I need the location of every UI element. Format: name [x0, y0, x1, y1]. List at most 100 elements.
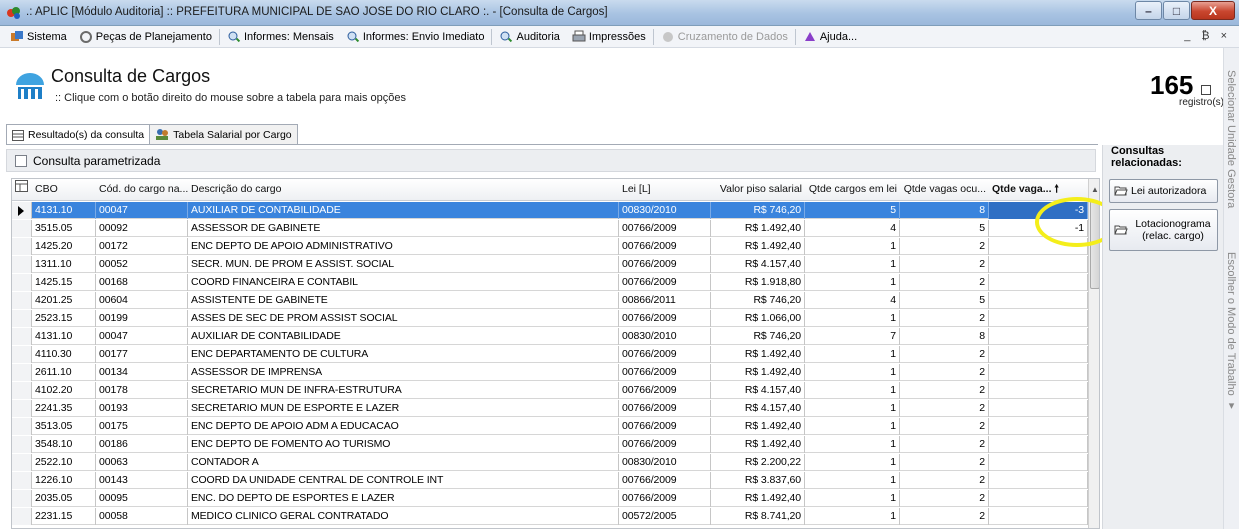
cell-valor-piso[interactable]: R$ 1.492,40	[711, 436, 805, 453]
cell-cbo[interactable]: 1226.10	[32, 472, 96, 489]
cell-qtde-cargos[interactable]: 1	[805, 472, 900, 489]
table-row[interactable]: 2035.05 00095 ENC. DO DEPTO DE ESPORTES E …	[12, 490, 1088, 507]
cell-qtde-vagas-ocu[interactable]: 5	[900, 220, 989, 237]
results-grid[interactable]: CBO Cód. do cargo na... Descrição do car…	[11, 178, 1100, 529]
cell-qtde-vagas-ocu[interactable]: 8	[900, 202, 989, 219]
cell-cbo[interactable]: 4131.10	[32, 202, 96, 219]
cell-cbo[interactable]: 2611.10	[32, 364, 96, 381]
cell-qtde-cargos[interactable]: 1	[805, 346, 900, 363]
cell-cbo[interactable]: 4102.20	[32, 382, 96, 399]
lei-autorizadora-button[interactable]: Lei autorizadora	[1109, 179, 1218, 203]
cell-qtde-vagas[interactable]	[989, 364, 1088, 381]
cell-valor-piso[interactable]: R$ 4.157,40	[711, 256, 805, 273]
cell-qtde-cargos[interactable]: 1	[805, 310, 900, 327]
cell-descricao[interactable]: AUXILIAR DE CONTABILIDADE	[188, 328, 619, 345]
cell-lei[interactable]: 00766/2009	[619, 472, 711, 489]
cell-descricao[interactable]: ENC DEPARTAMENTO DE CULTURA	[188, 346, 619, 363]
menu-impressoes[interactable]: Impressões	[566, 27, 652, 47]
row-indicator[interactable]	[12, 346, 32, 363]
table-row[interactable]: 2523.15 00199 ASSES DE SEC DE PROM ASSIST …	[12, 310, 1088, 327]
row-indicator[interactable]	[12, 238, 32, 255]
cell-lei[interactable]: 00766/2009	[619, 490, 711, 507]
cell-descricao[interactable]: SECRETARIO MUN DE INFRA-ESTRUTURA	[188, 382, 619, 399]
cell-descricao[interactable]: ASSISTENTE DE GABINETE	[188, 292, 619, 309]
cell-cod-cargo[interactable]: 00092	[96, 220, 188, 237]
cell-lei[interactable]: 00766/2009	[619, 274, 711, 291]
cell-cod-cargo[interactable]: 00175	[96, 418, 188, 435]
menu-informes-mensais[interactable]: Informes: Mensais	[221, 27, 340, 47]
cell-cbo[interactable]: 4131.10	[32, 328, 96, 345]
cell-lei[interactable]: 00766/2009	[619, 364, 711, 381]
cell-qtde-vagas-ocu[interactable]: 2	[900, 508, 989, 525]
cell-qtde-cargos[interactable]: 1	[805, 238, 900, 255]
row-indicator[interactable]	[12, 382, 32, 399]
parametrized-checkbox[interactable]	[15, 154, 27, 167]
table-row[interactable]: 2522.10 00063 CONTADOR A 00830/2010 R$ 2.200…	[12, 454, 1088, 471]
cell-qtde-vagas-ocu[interactable]: 2	[900, 382, 989, 399]
cell-descricao[interactable]: COORD DA UNIDADE CENTRAL DE CONTROLE INT	[188, 472, 619, 489]
row-indicator[interactable]	[12, 490, 32, 507]
row-indicator[interactable]	[12, 454, 32, 471]
table-row[interactable]: 1425.15 00168 COORD FINANCEIRA E CONTABIL 0…	[12, 274, 1088, 291]
row-indicator[interactable]	[12, 202, 32, 219]
scroll-up-icon[interactable]: ▲	[1091, 185, 1099, 194]
cell-qtde-vagas-ocu[interactable]: 2	[900, 418, 989, 435]
cell-descricao[interactable]: AUXILIAR DE CONTABILIDADE	[188, 202, 619, 219]
cell-qtde-vagas-ocu[interactable]: 2	[900, 454, 989, 471]
menu-pecas-planejamento[interactable]: Peças de Planejamento	[73, 27, 218, 47]
cell-qtde-cargos[interactable]: 1	[805, 382, 900, 399]
cell-cod-cargo[interactable]: 00193	[96, 400, 188, 417]
cell-qtde-vagas[interactable]	[989, 310, 1088, 327]
row-indicator[interactable]	[12, 400, 32, 417]
cell-qtde-cargos[interactable]: 1	[805, 454, 900, 471]
cell-lei[interactable]: 00766/2009	[619, 436, 711, 453]
cell-cbo[interactable]: 1425.20	[32, 238, 96, 255]
cell-descricao[interactable]: CONTADOR A	[188, 454, 619, 471]
table-row[interactable]: 4102.20 00178 SECRETARIO MUN DE INFRA-ESTR…	[12, 382, 1088, 399]
column-chooser-icon[interactable]	[12, 179, 34, 201]
row-indicator[interactable]	[12, 274, 32, 291]
cell-valor-piso[interactable]: R$ 1.492,40	[711, 490, 805, 507]
cell-qtde-cargos[interactable]: 1	[805, 436, 900, 453]
row-indicator[interactable]	[12, 364, 32, 381]
tab-resultados[interactable]: Resultado(s) da consulta	[6, 124, 151, 145]
col-valor-piso[interactable]: Valor piso salarial	[711, 179, 805, 201]
cell-cbo[interactable]: 2523.15	[32, 310, 96, 327]
minimize-button[interactable]: –	[1135, 1, 1162, 20]
cell-qtde-vagas[interactable]	[989, 292, 1088, 309]
maximize-button[interactable]: □	[1163, 1, 1190, 20]
row-indicator[interactable]	[12, 436, 32, 453]
cell-qtde-vagas[interactable]	[989, 436, 1088, 453]
col-lei[interactable]: Lei [L]	[619, 179, 711, 201]
cell-lei[interactable]: 00766/2009	[619, 346, 711, 363]
cell-qtde-vagas-ocu[interactable]: 2	[900, 490, 989, 507]
table-row[interactable]: 3513.05 00175 ENC DEPTO DE APOIO ADM A EDU…	[12, 418, 1088, 435]
cell-qtde-vagas-ocu[interactable]: 5	[900, 292, 989, 309]
cell-valor-piso[interactable]: R$ 1.492,40	[711, 220, 805, 237]
cell-cbo[interactable]: 4201.25	[32, 292, 96, 309]
col-descricao[interactable]: Descrição do cargo	[188, 179, 619, 201]
cell-qtde-cargos[interactable]: 1	[805, 508, 900, 525]
cell-qtde-vagas-ocu[interactable]: 2	[900, 310, 989, 327]
cell-qtde-cargos[interactable]: 1	[805, 418, 900, 435]
cell-qtde-cargos[interactable]: 1	[805, 256, 900, 273]
cell-qtde-cargos[interactable]: 1	[805, 490, 900, 507]
cell-cod-cargo[interactable]: 00186	[96, 436, 188, 453]
cell-qtde-cargos[interactable]: 1	[805, 400, 900, 417]
cell-valor-piso[interactable]: R$ 8.741,20	[711, 508, 805, 525]
cell-qtde-vagas[interactable]	[989, 328, 1088, 345]
cell-qtde-vagas-ocu[interactable]: 2	[900, 364, 989, 381]
cell-lei[interactable]: 00572/2005	[619, 508, 711, 525]
cell-qtde-vagas-ocu[interactable]: 2	[900, 274, 989, 291]
tab-tabela-salarial[interactable]: Tabela Salarial por Cargo	[149, 124, 298, 144]
cell-valor-piso[interactable]: R$ 1.492,40	[711, 418, 805, 435]
cell-valor-piso[interactable]: R$ 746,20	[711, 202, 805, 219]
table-row[interactable]: 4131.10 00047 AUXILIAR DE CONTABILIDADE 008…	[12, 202, 1088, 219]
cell-valor-piso[interactable]: R$ 1.492,40	[711, 346, 805, 363]
cell-cod-cargo[interactable]: 00178	[96, 382, 188, 399]
cell-qtde-vagas[interactable]	[989, 400, 1088, 417]
cell-cbo[interactable]: 3515.05	[32, 220, 96, 237]
cell-lei[interactable]: 00766/2009	[619, 418, 711, 435]
cell-qtde-vagas[interactable]	[989, 508, 1088, 525]
cell-descricao[interactable]: ENC DEPTO DE APOIO ADM A EDUCACAO	[188, 418, 619, 435]
